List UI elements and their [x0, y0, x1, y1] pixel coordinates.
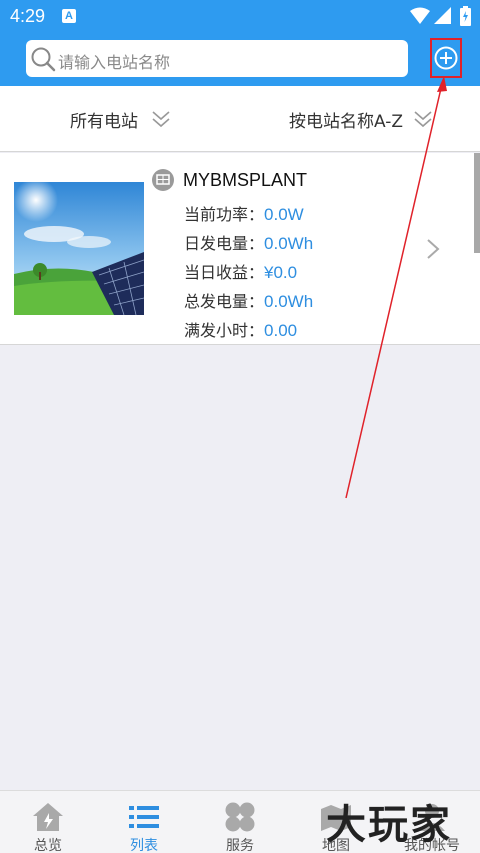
- filter-bar: 所有电站 按电站名称A-Z: [0, 86, 480, 152]
- status-time: 4:29: [10, 6, 46, 26]
- full-load-hours-row: 满发小时：0.00: [184, 317, 297, 341]
- watermark-logo: 大玩家: [326, 801, 452, 848]
- chevron-right-icon[interactable]: [426, 238, 440, 260]
- plus-circle-icon: [434, 46, 458, 70]
- all-stations-filter[interactable]: 所有电站: [70, 107, 138, 132]
- daily-revenue-row: 当日收益：¥0.0: [184, 259, 297, 283]
- field-value: ¥0.0: [264, 263, 298, 282]
- search-icon: [31, 47, 56, 72]
- field-value: 0.00: [264, 321, 298, 340]
- clover-icon: [225, 802, 255, 832]
- status-bar: 4:29 A: [0, 0, 480, 32]
- field-value: 0.0Wh: [264, 234, 314, 253]
- total-energy-row: 总发电量：0.0Wh: [184, 288, 313, 312]
- nav-label: 列表: [130, 838, 158, 853]
- nav-list[interactable]: 列表: [96, 791, 192, 853]
- signal-icon: [434, 7, 451, 24]
- nav-label: 总览: [34, 838, 62, 853]
- search-placeholder: 请输入电站名称: [58, 53, 171, 72]
- field-label: 当日收益：: [184, 263, 265, 282]
- sort-by-name-filter[interactable]: 按电站名称A-Z: [289, 107, 403, 132]
- plant-thumbnail: [14, 182, 144, 315]
- search-input[interactable]: 请输入电站名称: [26, 40, 408, 77]
- nav-service[interactable]: 服务: [192, 791, 288, 853]
- double-chevron-down-icon[interactable]: [152, 110, 170, 128]
- plant-type-icon: [152, 169, 174, 191]
- app-header: 4:29 A 请输入电站名称: [0, 0, 480, 86]
- list-icon: [129, 806, 159, 828]
- nav-overview[interactable]: 总览: [0, 791, 96, 853]
- notification-a-icon: A: [62, 9, 76, 23]
- wifi-icon: [410, 7, 430, 24]
- plant-name: MYBMSPLANT: [183, 170, 308, 190]
- battery-charging-icon: [460, 6, 471, 26]
- current-power-row: 当前功率：0.0W: [184, 201, 304, 225]
- daily-energy-row: 日发电量：0.0Wh: [184, 230, 313, 254]
- field-label: 满发小时：: [184, 321, 265, 340]
- plant-card[interactable]: MYBMSPLANT 当前功率：0.0W 日发电量：0.0Wh 当日收益：¥0.…: [0, 153, 480, 345]
- home-icon: [33, 803, 63, 831]
- scrollbar[interactable]: [474, 153, 480, 253]
- field-label: 总发电量：: [184, 292, 265, 311]
- field-value: 0.0W: [264, 205, 304, 224]
- field-label: 当前功率：: [184, 205, 265, 224]
- field-label: 日发电量：: [184, 234, 265, 253]
- add-plant-button[interactable]: [430, 38, 462, 78]
- nav-label: 服务: [226, 838, 254, 853]
- field-value: 0.0Wh: [264, 292, 314, 311]
- double-chevron-down-icon[interactable]: [414, 110, 432, 128]
